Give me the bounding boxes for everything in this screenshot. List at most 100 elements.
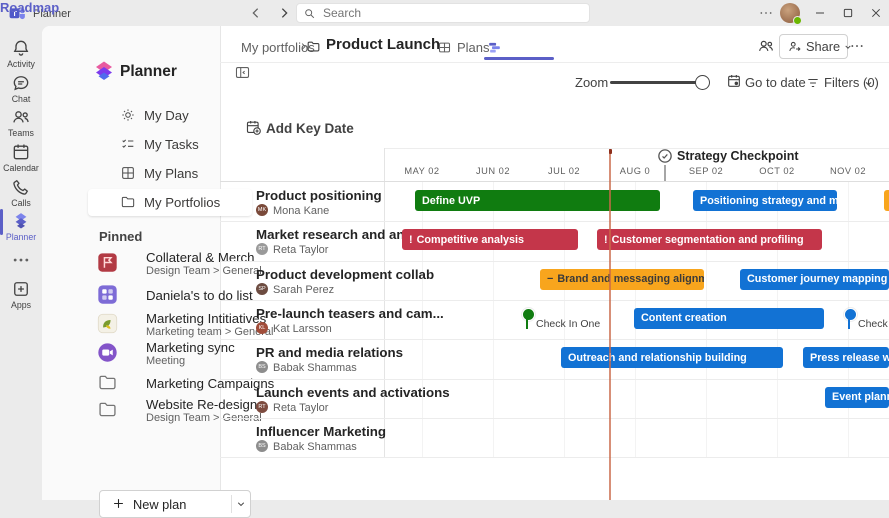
milestone-pin-stem	[848, 319, 850, 329]
assignee-name: Babak Shammas	[273, 362, 357, 374]
pinned-item-subtitle: Meeting	[146, 355, 185, 367]
assignee-avatar: MK	[256, 204, 268, 216]
phone-icon	[11, 177, 31, 197]
presence-status-dot	[793, 16, 802, 25]
gantt-bar[interactable]: Define UVP	[415, 190, 660, 211]
gantt-bar-label: Customer journey mapping	[747, 273, 887, 285]
add-key-date-icon	[245, 119, 262, 136]
task-title: PR and media relations	[256, 345, 403, 360]
month-label: OCT 02	[745, 166, 809, 176]
gantt-bar[interactable]: Press release writing	[803, 347, 889, 368]
gantt-bar[interactable]: Event planning	[825, 387, 889, 408]
apps-icon	[11, 279, 31, 299]
rail-item-label: Calendar	[0, 163, 42, 173]
minimize-icon[interactable]	[812, 5, 828, 21]
new-plan-button[interactable]: New plan	[99, 490, 251, 518]
rail-item-activity[interactable]: Activity	[0, 38, 42, 70]
gantt-bar[interactable]	[884, 190, 889, 211]
rail-item-chat[interactable]: Chat	[0, 73, 42, 105]
tab-roadmap[interactable]: Roadmap	[0, 0, 59, 15]
share-person-icon	[787, 39, 802, 54]
gantt-bar-label: Define UVP	[422, 195, 480, 207]
month-label: JUN 02	[461, 166, 525, 176]
new-plan-label: New plan	[133, 497, 186, 512]
title-bar: T Planner	[0, 0, 889, 26]
titlebar-more-icon[interactable]	[759, 8, 773, 18]
gantt-bar[interactable]: !Customer segmentation and profiling	[597, 229, 822, 250]
share-label: Share	[806, 39, 840, 54]
task-title: Influencer Marketing	[256, 424, 386, 439]
gantt-bar[interactable]: Outreach and relationship building	[561, 347, 783, 368]
gantt-bar-label: Outreach and relationship building	[568, 352, 747, 364]
active-tab-underline	[484, 57, 554, 60]
key-date-label[interactable]: Strategy Checkpoint	[677, 149, 799, 163]
assignee-avatar: RT	[256, 401, 268, 413]
milestone-pin-icon[interactable]	[522, 308, 535, 321]
assignee-avatar: KL	[256, 322, 268, 334]
forward-icon[interactable]	[276, 5, 292, 21]
today-line	[609, 149, 611, 501]
rail-item-label: Teams	[0, 128, 42, 138]
button-divider	[231, 495, 232, 513]
folder-icon	[97, 372, 118, 393]
assignee-name: Reta Taylor	[273, 402, 328, 414]
planner-sidebar: Planner My DayMy TasksMy PlansMy Portfol…	[42, 26, 221, 500]
rail-item-more[interactable]	[0, 250, 42, 282]
month-label: AUG 0	[603, 166, 667, 176]
rail-item-apps[interactable]: Apps	[0, 279, 42, 311]
milestone-label[interactable]: Check In	[858, 318, 889, 330]
header-more-icon[interactable]	[850, 41, 864, 51]
search-input[interactable]	[296, 3, 590, 23]
add-key-date-button[interactable]: Add Key Date	[266, 121, 354, 136]
gantt-bar[interactable]: Positioning strategy and mess...	[693, 190, 837, 211]
milestone-pin-icon[interactable]	[844, 308, 857, 321]
members-icon[interactable]	[757, 37, 775, 55]
assignee-name: Babak Shammas	[273, 441, 357, 453]
key-date-checkpoint-icon[interactable]	[657, 148, 673, 164]
gantt-bar[interactable]: !Competitive analysis	[402, 229, 578, 250]
calendar-icon	[11, 142, 31, 162]
teams-window: T Planner Activity Chat Teams Calendar Calls…	[0, 0, 889, 500]
rail-item-label: Chat	[0, 94, 42, 104]
gantt-bar-label: Positioning strategy and mess...	[700, 195, 837, 207]
task-title: Product positioning	[256, 188, 382, 203]
rail-item-planner[interactable]: Planner	[0, 211, 42, 243]
share-button[interactable]: Share	[779, 34, 848, 59]
meeting-icon	[97, 342, 118, 363]
timeline-header-top-border	[384, 148, 889, 149]
row-separator	[220, 457, 889, 458]
rail-item-label: Calls	[0, 198, 42, 208]
gantt-bar-label: Brand and messaging alignment	[557, 273, 704, 285]
task-title: Product development collab	[256, 267, 434, 282]
milestone-label[interactable]: Check In One	[536, 318, 600, 330]
gantt-bar[interactable]: Customer journey mapping	[740, 269, 889, 290]
zoom-slider[interactable]	[610, 81, 705, 84]
back-icon[interactable]	[248, 5, 264, 21]
gantt-bar-label: Event planning	[832, 391, 889, 403]
priority-icon: !	[604, 234, 608, 246]
assignee-avatar: SP	[256, 283, 268, 295]
plans-grid-icon	[437, 40, 452, 55]
assignee-name: Mona Kane	[273, 205, 329, 217]
go-to-date-icon	[726, 73, 742, 89]
rail-item-calls[interactable]: Calls	[0, 177, 42, 209]
collateral-plan-icon	[97, 252, 118, 273]
zoom-label: Zoom	[575, 75, 608, 90]
collapse-panel-icon[interactable]	[234, 64, 251, 81]
assignee-name: Reta Taylor	[273, 244, 328, 256]
rail-item-calendar[interactable]: Calendar	[0, 142, 42, 174]
gantt-bar[interactable]: −Brand and messaging alignment	[540, 269, 704, 290]
header-divider	[220, 62, 889, 63]
assignee-avatar: BS	[256, 440, 268, 452]
zoom-slider-thumb[interactable]	[695, 75, 710, 90]
close-icon[interactable]	[868, 5, 884, 21]
planner-icon	[11, 211, 31, 231]
maximize-icon[interactable]	[840, 5, 856, 21]
tab-plans[interactable]: Plans	[457, 40, 490, 55]
go-to-date-button[interactable]: Go to date	[745, 75, 806, 90]
month-label: SEP 02	[674, 166, 738, 176]
gantt-bar[interactable]: Content creation	[634, 308, 824, 329]
rail-item-teams[interactable]: Teams	[0, 107, 42, 139]
chevron-down-icon	[863, 78, 874, 89]
priority-icon: −	[547, 273, 553, 285]
